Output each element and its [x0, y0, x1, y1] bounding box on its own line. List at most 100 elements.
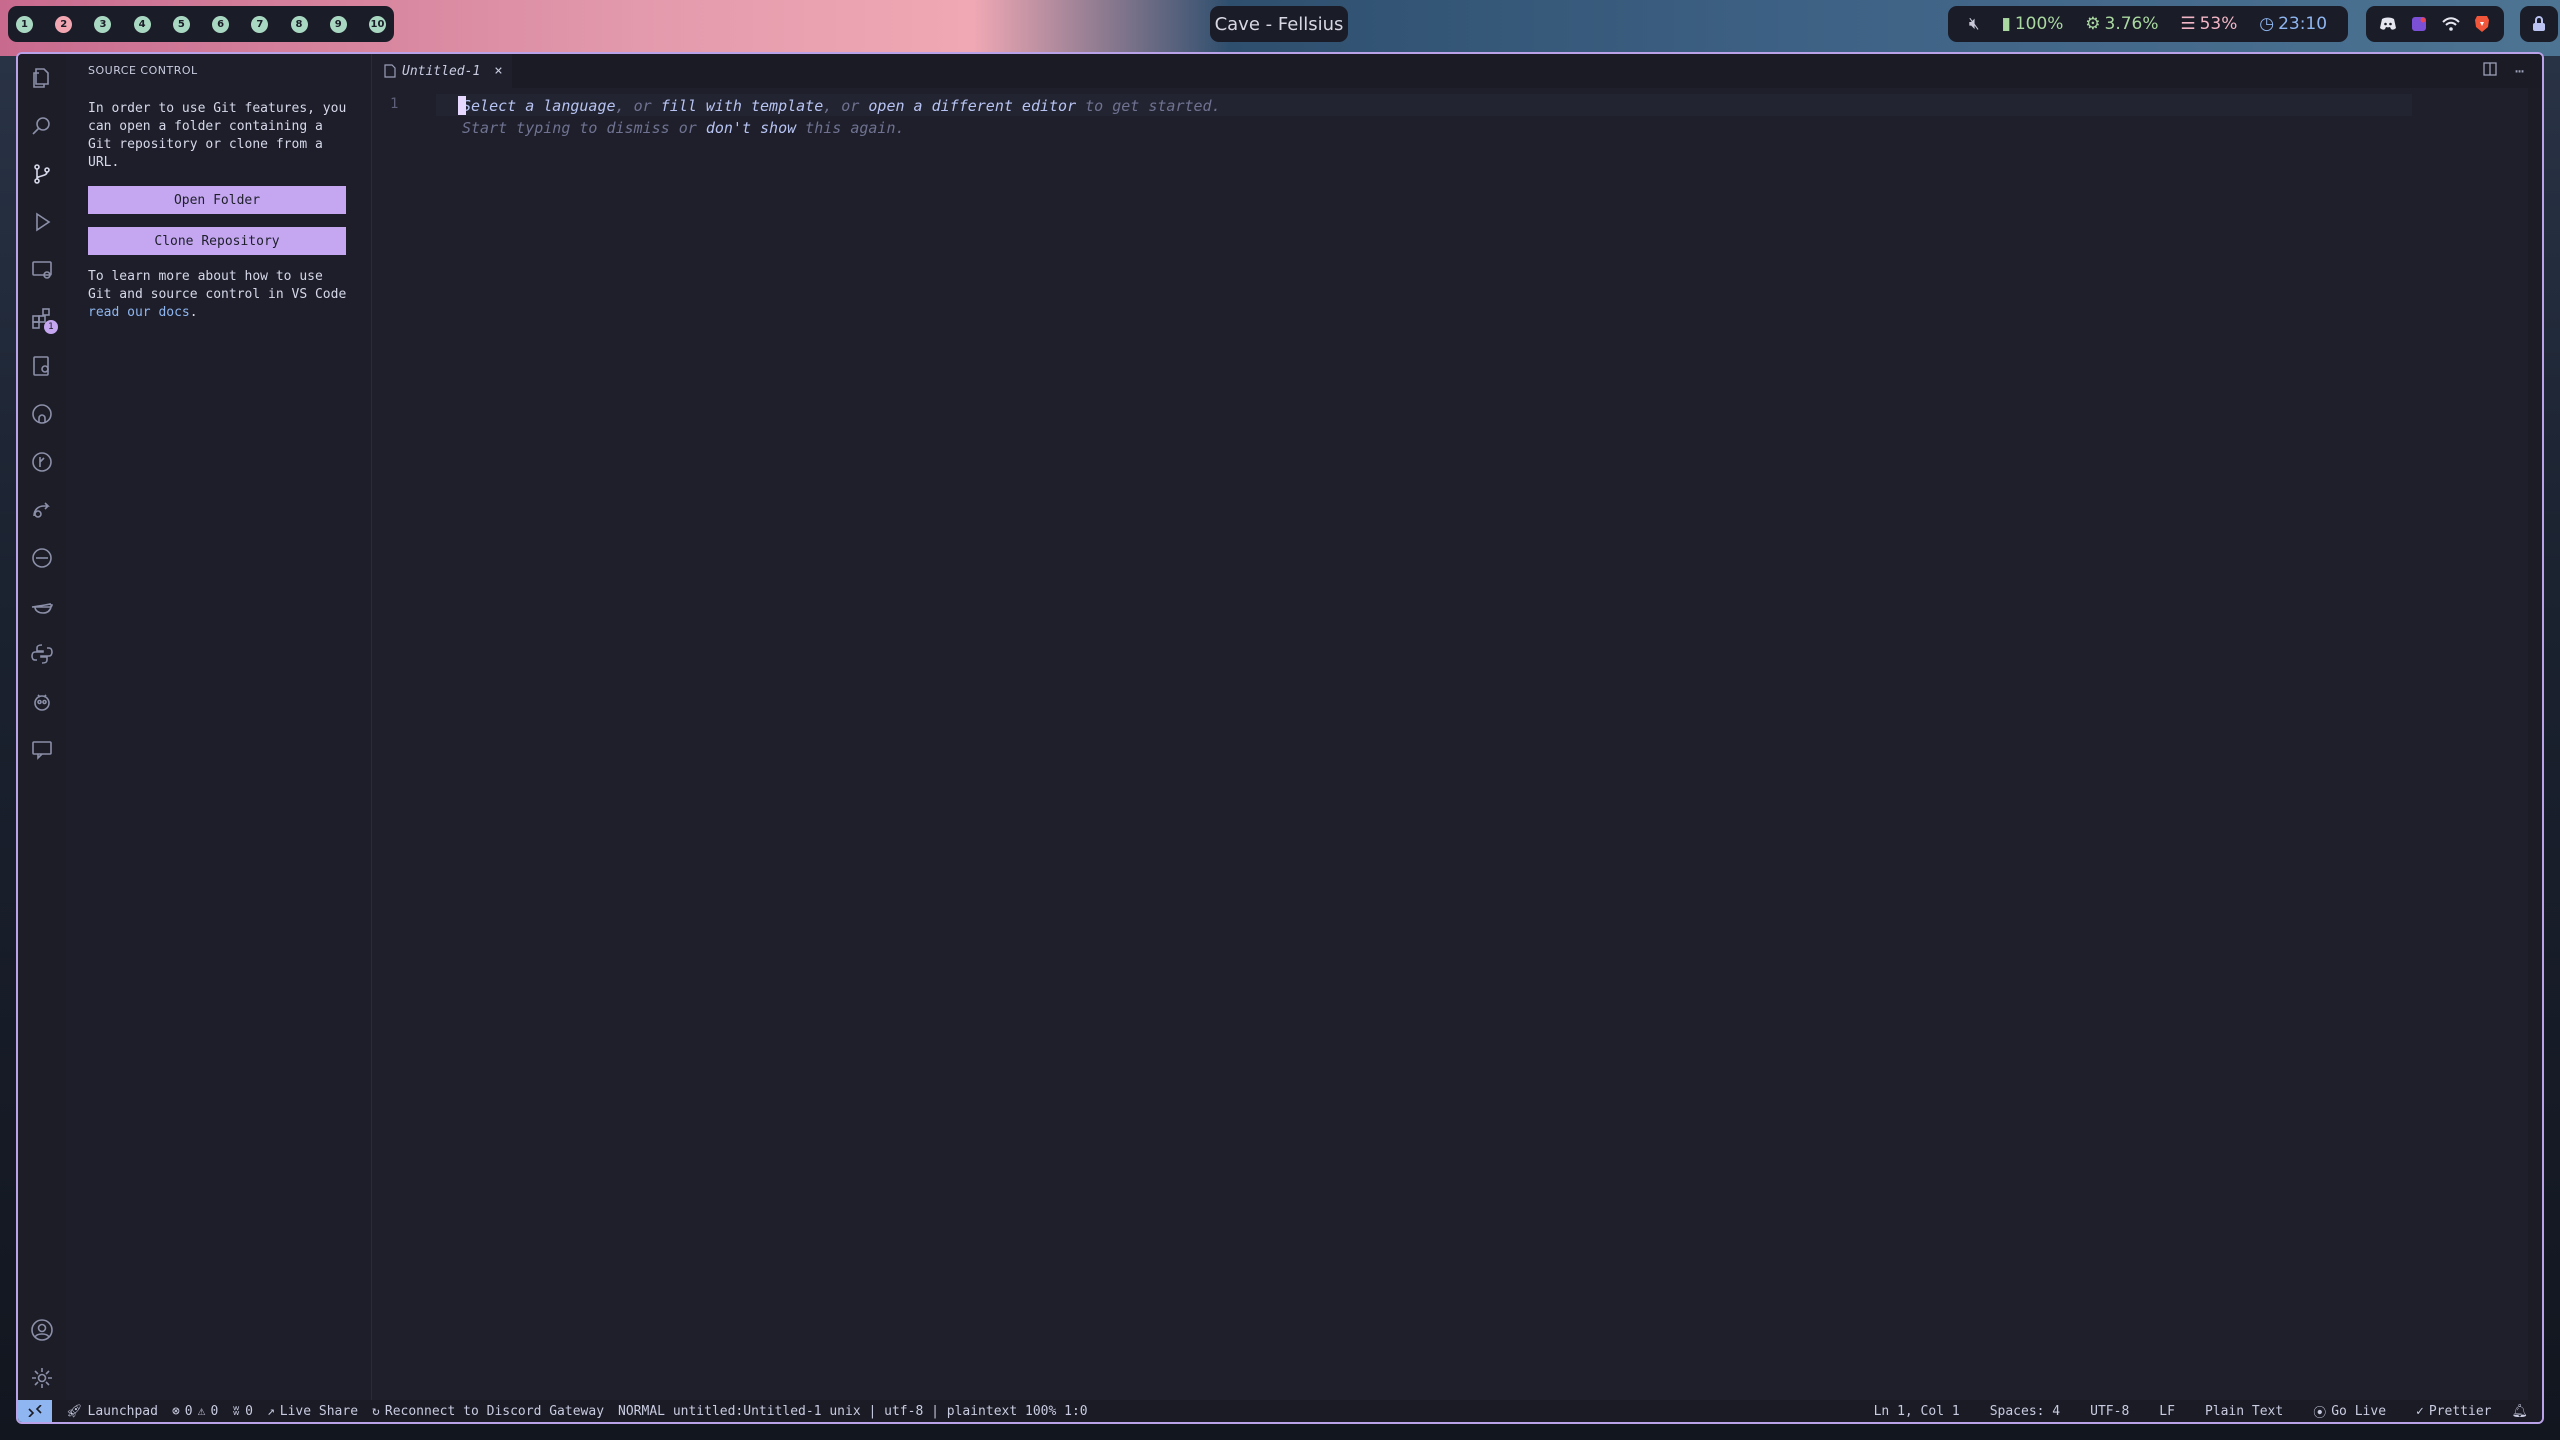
open-different-editor-link[interactable]: open a different editor [868, 97, 1076, 115]
empty-editor-hint: Select a language , or fill with template… [462, 97, 1221, 115]
split-editor-icon[interactable] [2483, 62, 2497, 80]
memory-text: 53% [2199, 14, 2238, 34]
end-of-line[interactable]: LF [2159, 1402, 2175, 1421]
cpu-icon: ⚙ [2085, 14, 2101, 34]
explorer-icon[interactable] [26, 62, 58, 94]
dont-show-link[interactable]: don't show [706, 119, 796, 137]
clock[interactable]: ◷ 23:10 [2259, 14, 2327, 34]
read-docs-link[interactable]: read our docs [88, 305, 190, 320]
fill-template-link[interactable]: fill with template [661, 97, 824, 115]
workspace-7[interactable]: 7 [251, 15, 269, 33]
ports-status[interactable]: ʬ0 [232, 1404, 253, 1419]
live-share-icon[interactable] [26, 494, 58, 526]
python-icon[interactable] [26, 638, 58, 670]
live-share-label: Live Share [279, 1403, 359, 1419]
remote-indicator[interactable] [18, 1400, 52, 1422]
remote-icon [28, 1405, 42, 1417]
source-control-icon[interactable] [26, 158, 58, 190]
github-icon[interactable] [26, 398, 58, 430]
memory-status[interactable]: ☰ 53% [2180, 14, 2237, 34]
wifi-icon[interactable] [2442, 15, 2460, 33]
cpu-status[interactable]: ⚙ 3.76% [2085, 14, 2158, 34]
workspace-2[interactable]: 2 [55, 15, 73, 33]
app-tray [2366, 6, 2504, 42]
git-graph-icon[interactable] [26, 446, 58, 478]
warnings-count: 0 [210, 1403, 219, 1419]
docker-icon[interactable] [26, 590, 58, 622]
go-live-button[interactable]: ⦿ Go Live [2313, 1402, 2386, 1421]
run-debug-icon[interactable] [26, 206, 58, 238]
hint-suffix: to get started. [1076, 97, 1221, 115]
tab-untitled-1[interactable]: Untitled-1 × [372, 54, 512, 88]
timeline-icon[interactable] [26, 542, 58, 574]
workspace-3[interactable]: 3 [94, 15, 112, 33]
problems-status[interactable]: ⊗ 0 ⚠ 0 [172, 1404, 218, 1419]
active-window-title: Cave - Fellsius [1210, 6, 1348, 42]
volume-muted-icon[interactable]: 🔇︎ [1969, 14, 1980, 34]
remote-explorer-icon[interactable] [26, 254, 58, 286]
cursor-position[interactable]: Ln 1, Col 1 [1874, 1402, 1960, 1421]
more-actions-icon[interactable]: ⋯ [2515, 62, 2524, 80]
source-control-intro: In order to use Git features, you can op… [88, 101, 347, 170]
live-share-status[interactable]: ↗ Live Share [267, 1404, 358, 1419]
account-icon[interactable] [26, 1314, 58, 1346]
testing-icon[interactable] [26, 350, 58, 382]
clock-icon: ◷ [2259, 14, 2275, 34]
workspace-6[interactable]: 6 [212, 15, 230, 33]
extensions-badge: 1 [44, 320, 58, 334]
dismiss-suffix: this again. [796, 119, 905, 137]
discord-icon[interactable] [2379, 15, 2397, 33]
editor-actions: ⋯ [2483, 62, 2524, 80]
refresh-icon: ↻ [372, 1403, 380, 1419]
launchpad-label: Launchpad [87, 1403, 158, 1419]
editor-area: Untitled-1 × ⋯ 1 Select a language, or f… [372, 54, 2542, 1400]
sidebar-title: SOURCE CONTROL [88, 64, 198, 77]
brave-icon[interactable] [2473, 15, 2491, 33]
indentation[interactable]: Spaces: 4 [1990, 1402, 2060, 1421]
select-language-link[interactable]: Select a language [462, 97, 616, 115]
notifications-bell-icon[interactable]: 🔔︎ [2511, 1402, 2528, 1421]
ports-icon: ʬ [232, 1403, 241, 1419]
vim-mode-status[interactable]: NORMAL untitled:Untitled-1 unix | utf-8 … [618, 1404, 1088, 1419]
app-icon[interactable] [2410, 15, 2428, 33]
workspace-9[interactable]: 9 [329, 15, 347, 33]
comments-icon[interactable] [26, 734, 58, 766]
source-control-learn-more: To learn more about how to use Git and s… [88, 268, 350, 322]
prettier-status[interactable]: ✓ Prettier [2416, 1402, 2491, 1421]
status-right-group: Ln 1, Col 1 Spaces: 4 UTF-8 LF Plain Tex… [1860, 1402, 2542, 1421]
clock-text: 23:10 [2278, 14, 2328, 34]
dismiss-hint: Start typing to dismiss or don't show th… [462, 119, 905, 137]
search-icon[interactable] [26, 110, 58, 142]
open-folder-button[interactable]: Open Folder [88, 186, 346, 214]
lock-button[interactable] [2520, 6, 2558, 42]
overview-ruler[interactable] [2528, 88, 2542, 1400]
extensions-icon[interactable]: 1 [26, 302, 58, 334]
code-editor[interactable]: 1 Select a language, or fill with templa… [372, 88, 2542, 1400]
workspace-1[interactable]: 1 [16, 15, 33, 33]
language-mode[interactable]: Plain Text [2205, 1402, 2283, 1421]
workspace-8[interactable]: 8 [290, 15, 308, 33]
settings-gear-icon[interactable] [26, 1362, 58, 1394]
discord-status[interactable]: ↻ Reconnect to Discord Gateway [372, 1404, 604, 1419]
workspace-4[interactable]: 4 [133, 15, 151, 33]
file-icon [384, 64, 396, 78]
launchpad-status[interactable]: 🚀︎ Launchpad [66, 1404, 158, 1419]
broadcast-icon: ⦿ [2313, 1405, 2327, 1421]
check-icon: ✓ [2416, 1403, 2424, 1419]
activity-bar: 1 [18, 54, 66, 1400]
workspace-switcher: 1 2 3 4 5 6 7 8 9 10 [8, 6, 394, 42]
tab-label: Untitled-1 [402, 63, 481, 79]
workspace-5[interactable]: 5 [172, 15, 190, 33]
battery-status[interactable]: ▮ 100% [2001, 14, 2063, 34]
encoding[interactable]: UTF-8 [2090, 1402, 2129, 1421]
clone-repository-button[interactable]: Clone Repository [88, 227, 346, 255]
workspace-10[interactable]: 10 [368, 15, 386, 33]
status-bar: 🚀︎ Launchpad ⊗ 0 ⚠ 0 ʬ0 ↗ Live Share ↻ Reconne… [18, 1400, 2542, 1422]
tab-close-icon[interactable]: × [494, 63, 502, 79]
battery-icon: ▮ [2001, 14, 2011, 34]
block-cursor [458, 96, 466, 115]
tab-bar: Untitled-1 × ⋯ [372, 54, 2542, 88]
copilot-icon[interactable] [26, 686, 58, 718]
hint-separator: , or [823, 97, 869, 115]
live-share-icon: ↗ [266, 1403, 275, 1419]
